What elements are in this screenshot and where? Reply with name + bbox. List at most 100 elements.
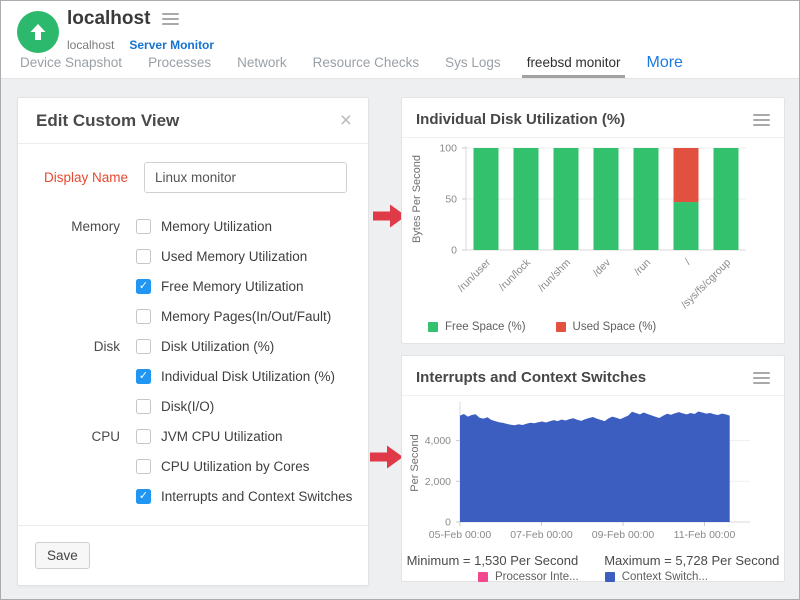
metric-row-disk-utilization: Disk Disk Utilization (%)	[18, 331, 368, 361]
interrupts-chart-menu-icon[interactable]	[753, 372, 770, 384]
svg-text:/run: /run	[632, 257, 653, 278]
group-label-memory: Memory	[18, 219, 136, 234]
disk-chart-menu-icon[interactable]	[753, 114, 770, 126]
checkbox-label-used-memory-utilization[interactable]: Used Memory Utilization	[161, 249, 307, 264]
dialog-body: Display Name Memory Memory Utilization Use…	[18, 144, 368, 511]
svg-text:/run/lock: /run/lock	[497, 256, 534, 293]
metric-row-interrupts-and-context-switches: ✓ Interrupts and Context Switches	[18, 481, 368, 511]
disk-chart-legend: Free Space (%) Used Space (%)	[402, 319, 784, 333]
disk-legend-free-space[interactable]: Free Space (%)	[428, 321, 526, 333]
interrupts-area-chart: 02,0004,000Per Second05-Feb 00:0007-Feb …	[402, 396, 764, 546]
group-label-disk: Disk	[18, 339, 136, 354]
metric-row-individual-disk-utilization: ✓ Individual Disk Utilization (%)	[18, 361, 368, 391]
metric-row-memory-pages-in-out-fault: Memory Pages(In/Out/Fault)	[18, 301, 368, 331]
tab-network[interactable]: Network	[224, 55, 300, 78]
checkbox-label-disk-utilization[interactable]: Disk Utilization (%)	[161, 339, 274, 354]
dialog-footer: Save	[18, 525, 368, 585]
disk-chart-title: Individual Disk Utilization (%)	[416, 111, 625, 128]
checkbox-cpu-utilization-by-cores[interactable]	[136, 459, 151, 474]
checkbox-label-disk-i-o[interactable]: Disk(I/O)	[161, 399, 214, 414]
metric-row-jvm-cpu-utilization: CPU JVM CPU Utilization	[18, 421, 368, 451]
svg-text:11-Feb 00:00: 11-Feb 00:00	[674, 529, 736, 541]
tab-sys-logs[interactable]: Sys Logs	[432, 55, 514, 78]
checkbox-disk-i-o[interactable]	[136, 399, 151, 414]
checkbox-disk-utilization[interactable]	[136, 339, 151, 354]
checkbox-jvm-cpu-utilization[interactable]	[136, 429, 151, 444]
interrupts-legend-processor-inte[interactable]: Processor Inte...	[478, 571, 579, 583]
checkbox-label-interrupts-and-context-switches[interactable]: Interrupts and Context Switches	[161, 489, 352, 504]
legend-label-used-space: Used Space (%)	[573, 321, 657, 333]
checkbox-label-cpu-utilization-by-cores[interactable]: CPU Utilization by Cores	[161, 459, 310, 474]
breadcrumb-device: localhost	[67, 38, 114, 52]
svg-text:/run/user: /run/user	[455, 256, 493, 294]
checkbox-label-individual-disk-utilization[interactable]: Individual Disk Utilization (%)	[161, 369, 335, 384]
tab-resource-checks[interactable]: Resource Checks	[300, 55, 433, 78]
svg-text:07-Feb 00:00: 07-Feb 00:00	[510, 529, 573, 541]
disk-utilization-bar-chart: 0 50 100 Bytes Per Second/run/user/run/lock…	[402, 138, 764, 314]
metric-row-used-memory-utilization: Used Memory Utilization	[18, 241, 368, 271]
svg-text:0: 0	[451, 245, 457, 257]
checkbox-label-memory-utilization[interactable]: Memory Utilization	[161, 219, 272, 234]
display-name-label: Display Name	[18, 170, 136, 185]
tab-freebsd-monitor[interactable]: freebsd monitor	[514, 55, 634, 78]
interrupts-context-switches-card: Interrupts and Context Switches 02,0004,…	[401, 355, 785, 582]
title-menu-icon[interactable]	[162, 13, 179, 25]
up-arrow-icon	[29, 23, 47, 41]
interrupts-chart-title: Interrupts and Context Switches	[416, 369, 646, 386]
legend-swatch-used-space	[556, 322, 566, 332]
disk-legend-used-space[interactable]: Used Space (%)	[556, 321, 657, 333]
svg-text:Bytes Per Second: Bytes Per Second	[411, 155, 423, 243]
interrupts-chart-legend: Processor Inte... Context Switch...	[402, 568, 784, 583]
checkbox-memory-utilization[interactable]	[136, 219, 151, 234]
breadcrumb-server-monitor-link[interactable]: Server Monitor	[129, 38, 214, 52]
svg-text:2,000: 2,000	[425, 476, 451, 488]
metric-checkbox-groups: Memory Memory Utilization Used Memory Util…	[18, 211, 368, 511]
checkbox-interrupts-and-context-switches[interactable]: ✓	[136, 489, 151, 504]
page-title: localhost	[67, 8, 150, 30]
checkbox-label-free-memory-utilization[interactable]: Free Memory Utilization	[161, 279, 304, 294]
checkbox-used-memory-utilization[interactable]	[136, 249, 151, 264]
interrupts-legend-context-switch[interactable]: Context Switch...	[605, 571, 708, 583]
server-monitor-page: localhost localhost Server Monitor Devic…	[0, 0, 800, 600]
metric-row-free-memory-utilization: ✓ Free Memory Utilization	[18, 271, 368, 301]
svg-text:0: 0	[445, 517, 451, 529]
svg-text:/dev: /dev	[591, 256, 614, 279]
tab-processes[interactable]: Processes	[135, 55, 224, 78]
content-area: Edit Custom View × Display Name MemoryMe…	[1, 79, 799, 600]
legend-swatch-free-space	[428, 322, 438, 332]
svg-text:/sys/fs/cgroup: /sys/fs/cgroup	[679, 257, 733, 311]
individual-disk-utilization-card: Individual Disk Utilization (%) 0 50 100 By…	[401, 97, 785, 344]
svg-text:05-Feb 00:00: 05-Feb 00:00	[429, 529, 492, 541]
minimum-value: Minimum = 1,530 Per Second	[407, 553, 579, 568]
header: localhost localhost Server Monitor Devic…	[1, 1, 799, 79]
tab-device-snapshot[interactable]: Device Snapshot	[7, 55, 135, 78]
legend-label-context-switch: Context Switch...	[622, 571, 708, 583]
svg-text:100: 100	[439, 143, 457, 155]
metric-row-cpu-utilization-by-cores: CPU Utilization by Cores	[18, 451, 368, 481]
svg-text:50: 50	[445, 194, 457, 206]
maximum-value: Maximum = 5,728 Per Second	[604, 553, 779, 568]
metric-row-memory-utilization: Memory Memory Utilization	[18, 211, 368, 241]
svg-text:/: /	[683, 257, 694, 268]
metric-row-disk-i-o: Disk(I/O)	[18, 391, 368, 421]
checkbox-individual-disk-utilization[interactable]: ✓	[136, 369, 151, 384]
legend-label-processor-inte: Processor Inte...	[495, 571, 579, 583]
checkbox-label-memory-pages-in-out-fault[interactable]: Memory Pages(In/Out/Fault)	[161, 309, 331, 324]
tab-more[interactable]: More	[633, 54, 695, 78]
svg-text:/run/shm: /run/shm	[536, 256, 574, 294]
checkbox-memory-pages-in-out-fault[interactable]	[136, 309, 151, 324]
group-label-cpu: CPU	[18, 429, 136, 444]
legend-swatch-processor-inte	[478, 572, 488, 582]
legend-swatch-context-switch	[605, 572, 615, 582]
dialog-title: Edit Custom View	[36, 111, 179, 131]
minmax-row: Minimum = 1,530 Per Second Maximum = 5,7…	[402, 551, 784, 568]
svg-text:09-Feb 00:00: 09-Feb 00:00	[592, 529, 655, 541]
save-button[interactable]: Save	[35, 542, 90, 569]
monitor-up-status-icon	[17, 11, 59, 53]
checkbox-label-jvm-cpu-utilization[interactable]: JVM CPU Utilization	[161, 429, 283, 444]
legend-label-free-space: Free Space (%)	[445, 321, 526, 333]
close-icon[interactable]: ×	[340, 110, 352, 131]
breadcrumb: localhost Server Monitor	[67, 38, 214, 52]
display-name-input[interactable]	[144, 162, 347, 193]
checkbox-free-memory-utilization[interactable]: ✓	[136, 279, 151, 294]
